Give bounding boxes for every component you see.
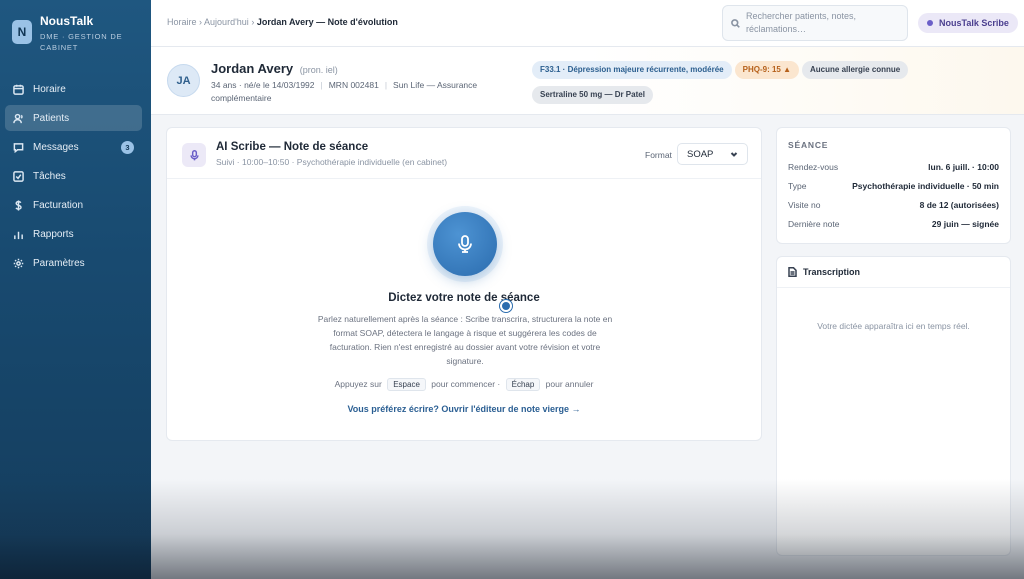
session-row-value: 8 de 12 (autorisées) <box>919 200 999 210</box>
format-select-value: SOAP <box>687 148 714 160</box>
breadcrumb-horaire[interactable]: Horaire <box>167 17 197 27</box>
session-row: Visite no 8 de 12 (autorisées) <box>788 200 999 213</box>
patient-pronouns: (pron. iel) <box>299 65 338 75</box>
divider <box>167 178 761 179</box>
checkbox-icon <box>13 170 24 182</box>
patient-name-line: Jordan Avery (pron. iel) <box>211 61 338 76</box>
session-row-value: 29 juin — signée <box>931 219 999 229</box>
shortcut-mid: pour commencer · <box>431 379 501 389</box>
patient-header: JA Jordan Avery (pron. iel) 34 ans · né/… <box>151 47 1024 115</box>
open-blank-editor-link[interactable]: Vous préférez écrire? Ouvrir l'éditeur d… <box>167 404 761 414</box>
document-icon <box>788 267 797 277</box>
logo: N <box>12 20 32 44</box>
sidebar-item-label: Tâches <box>33 170 66 182</box>
app-subtitle: DME · GESTION DE CABINET <box>40 32 123 52</box>
dollar-icon <box>15 199 22 211</box>
sidebar: N NousTalk DME · GESTION DE CABINET Hora… <box>0 0 151 579</box>
microphone-icon <box>458 235 472 253</box>
scribe-subtitle: Suivi · 10:00–10:50 · Psychothérapie ind… <box>216 157 448 167</box>
transcription-heading: Transcription <box>803 267 861 277</box>
chevron-down-icon <box>730 152 738 157</box>
breadcrumb: Horaire › Aujourd'hui › Jordan Avery — N… <box>167 17 398 27</box>
sidebar-item-label: Paramètres <box>33 257 85 269</box>
sidebar-item-taches[interactable]: Tâches <box>5 163 142 189</box>
noustalk-scribe-button[interactable]: NousTalk Scribe <box>918 13 1018 33</box>
phq9-tag[interactable]: PHQ-9: 15 ▲ <box>734 61 800 79</box>
breadcrumb-today[interactable]: Aujourd'hui <box>204 17 249 27</box>
sidebar-item-patients[interactable]: Patients <box>5 105 142 131</box>
scribe-status-dot <box>927 20 933 26</box>
divider <box>777 287 1010 288</box>
calendar-icon <box>13 84 24 95</box>
messages-count-badge: 3 <box>121 140 134 154</box>
sidebar-item-label: Facturation <box>33 199 84 211</box>
transcription-empty-state: Votre dictée apparaîtra ici en temps rée… <box>817 321 970 331</box>
allergy-tag[interactable]: Aucune allergie connue <box>802 61 909 79</box>
bar-chart-icon <box>14 231 23 239</box>
session-row-key: Visite no <box>788 200 821 210</box>
breadcrumb-separator: › <box>199 17 203 27</box>
message-icon <box>13 142 24 153</box>
format-select[interactable]: SOAP <box>677 143 748 165</box>
sidebar-item-facturation[interactable]: Facturation <box>5 192 142 218</box>
session-card: SÉANCE Rendez-vous lun. 6 juill. · 10:00… <box>776 127 1011 244</box>
format-label: Format <box>645 150 672 160</box>
cursor-indicator <box>500 300 512 312</box>
sidebar-item-parametres[interactable]: Paramètres <box>5 250 142 276</box>
search-box[interactable]: Rechercher patients, notes, réclamations… <box>722 5 908 41</box>
session-row-key: Type <box>788 181 807 191</box>
scribe-pill-label: NousTalk Scribe <box>939 18 1009 28</box>
transcription-header: Transcription <box>788 267 860 277</box>
ai-scribe-card: AI Scribe — Note de séance Suivi · 10:00… <box>166 127 762 441</box>
sidebar-item-label: Patients <box>33 112 70 124</box>
sidebar-item-label: Messages <box>33 141 79 153</box>
top-bar: Horaire › Aujourd'hui › Jordan Avery — N… <box>151 0 1024 47</box>
shortcut-prefix: Appuyez sur <box>334 379 382 389</box>
session-row-value: Psychothérapie individuelle · 50 min <box>852 181 999 191</box>
shortcut-suffix: pour annuler <box>545 379 594 389</box>
patient-meta: 34 ans · né/e le 14/03/1992 | MRN 002481 | S… <box>211 80 478 103</box>
sidebar-item-messages[interactable]: Messages 3 <box>5 134 142 160</box>
sidebar-item-horaire[interactable]: Horaire <box>5 76 142 102</box>
diagnosis-tag[interactable]: F33.1 · Dépression majeure récurrente, m… <box>532 61 732 79</box>
dictate-title: Dictez votre note de séance <box>388 292 540 304</box>
session-row: Type Psychothérapie individuelle · 50 mi… <box>788 181 999 194</box>
medication-tag[interactable]: Sertraline 50 mg — Dr Patel <box>532 86 653 104</box>
transcription-card: Transcription Votre dictée apparaîtra ic… <box>776 256 1011 556</box>
sidebar-item-rapports[interactable]: Rapports <box>5 221 142 247</box>
scribe-card-icon <box>182 143 206 167</box>
search-icon <box>731 18 740 28</box>
keyboard-shortcuts: Appuyez sur Espace pour commencer · Écha… <box>167 378 761 391</box>
sidebar-item-label: Horaire <box>33 83 66 95</box>
session-row-key: Rendez-vous <box>788 162 839 172</box>
patient-tags: F33.1 · Dépression majeure récurrente, m… <box>532 59 972 109</box>
patient-age-birth: 34 ans · né/e le 14/03/1992 <box>211 80 315 90</box>
patient-mrn: MRN 002481 <box>328 80 379 90</box>
session-row-value: lun. 6 juill. · 10:00 <box>928 162 999 172</box>
brand: N NousTalk DME · GESTION DE CABINET <box>0 0 151 70</box>
avatar: JA <box>167 64 200 97</box>
sidebar-nav: Horaire Patients Messages 3 Tâches Factu… <box>5 76 142 279</box>
microphone-icon <box>189 149 199 160</box>
start-dictation-button[interactable] <box>433 212 497 276</box>
app-name: NousTalk <box>40 14 94 28</box>
session-row-key: Dernière note <box>788 219 840 229</box>
key-space: Espace <box>387 378 426 391</box>
session-heading: SÉANCE <box>788 140 829 150</box>
session-row: Dernière note 29 juin — signée <box>788 219 999 232</box>
breadcrumb-separator: › <box>251 17 255 27</box>
gear-icon <box>13 258 24 268</box>
session-row: Rendez-vous lun. 6 juill. · 10:00 <box>788 162 999 175</box>
dictate-description: Parlez naturellement après la séance : S… <box>317 314 613 366</box>
search-input[interactable]: Rechercher patients, notes, réclamations… <box>746 10 899 36</box>
scribe-title: AI Scribe — Note de séance <box>216 141 369 153</box>
breadcrumb-current: Jordan Avery — Note d'évolution <box>256 17 398 27</box>
user-icon <box>13 113 23 123</box>
key-escape: Échap <box>505 378 541 391</box>
patient-name: Jordan Avery <box>211 61 294 76</box>
sidebar-item-label: Rapports <box>33 228 74 240</box>
